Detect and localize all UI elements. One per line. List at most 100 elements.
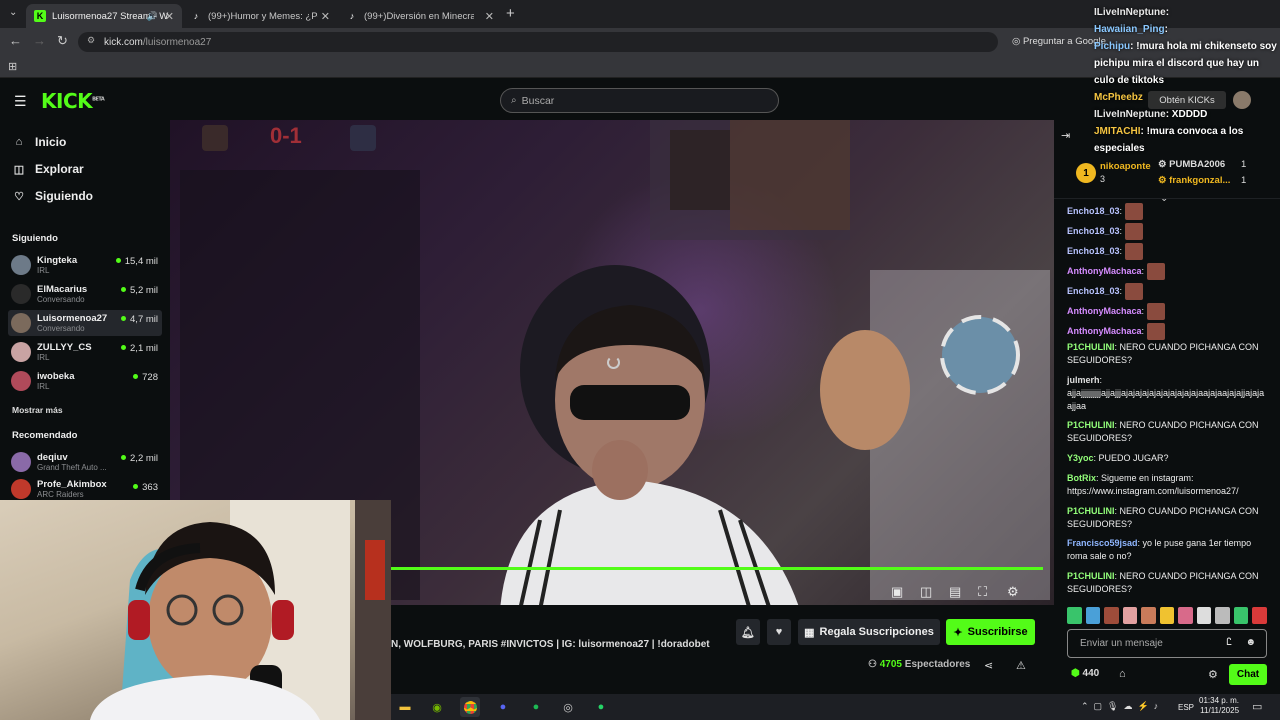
emote-icon[interactable] [1122,607,1138,624]
chat-username[interactable]: P1CHULINI [1067,420,1115,430]
site-info-icon[interactable]: ⚙ [87,35,95,46]
emote-icon[interactable] [1215,607,1230,624]
top-gifter-name[interactable]: nikoaponte [1100,161,1151,172]
discord-icon[interactable]: ● [493,697,513,717]
emote-icon[interactable] [1067,607,1082,624]
emote-icon[interactable] [1233,607,1249,624]
whatsapp-icon[interactable]: ● [591,697,611,717]
emote-icon[interactable] [1085,607,1101,624]
sidebar-channel[interactable]: ElMacarius Conversando 5,2 mil [8,281,162,307]
chat-username[interactable]: julmerh [1067,375,1100,385]
fullscreen-icon[interactable]: ⛶ [978,584,987,600]
chat-emote-icon[interactable] [1125,203,1144,220]
close-tab-icon[interactable]: ✕ [321,10,330,23]
emote-icon[interactable] [1141,607,1156,624]
sidebar-channel[interactable]: Profe_Akimbox ARC Raiders 363 [8,478,162,500]
chat-settings-icon[interactable]: ⚙ [1208,668,1218,681]
obs-icon[interactable]: ◎ [558,697,578,717]
chat-username[interactable]: Encho18_03 [1067,246,1120,256]
menu-icon[interactable]: ☰ [14,93,27,110]
settings-icon[interactable]: ⚙ [1007,584,1019,600]
tab-humor[interactable]: ♪ (99+)Humor y Memes: ¿Pero S ✕ [182,4,338,28]
forward-icon[interactable]: → [33,33,46,48]
nvidia-icon[interactable]: ◉ [427,697,447,717]
gifter-row[interactable]: ⚙ PUMBA2006 [1158,159,1225,170]
chat-username[interactable]: Y3yoc [1067,453,1094,463]
file-explorer-icon[interactable]: ▬ [395,697,415,717]
chat-username[interactable]: Encho18_03 [1067,226,1120,236]
user-avatar[interactable] [1233,91,1251,109]
chat-emote-icon[interactable] [1147,263,1166,280]
tab-title: (99+)Humor y Memes: ¿Pero S [208,10,318,22]
chat-username[interactable]: P1CHULINI [1067,506,1115,516]
tab-minecraft[interactable]: ♪ (99+)Diversión en Minecraft co ✕ [338,4,502,28]
pip-icon[interactable]: ▣ [891,584,903,600]
chat-emote-icon[interactable] [1147,303,1166,320]
gift-subs-button[interactable]: ▦ Regala Suscripciones [798,619,940,645]
chat-emote-icon[interactable] [1125,223,1144,240]
subscribe-button[interactable]: ✦ Suscribirse [946,619,1035,645]
emote-icon[interactable] [1159,607,1175,624]
mini-player-icon[interactable]: ▤ [949,584,961,600]
collapse-chat-icon[interactable]: ⇥ [1061,129,1070,142]
chrome-icon[interactable] [460,697,480,717]
sidebar-channel[interactable]: ZULLYY_CS IRL 2,1 mil [8,339,162,365]
chat-emote-icon[interactable] [1125,283,1144,300]
speaker-icon[interactable]: 🔊 [147,11,158,22]
send-chat-button[interactable]: Chat [1229,664,1267,685]
chat-username[interactable]: Encho18_03 [1067,286,1120,296]
kick-logo[interactable]: KICKBETA [41,89,105,113]
language-indicator[interactable]: ESP [1178,703,1194,712]
emote-icon[interactable] [1196,607,1212,624]
chat-username[interactable]: BotRix [1067,473,1096,483]
sidebar-channel[interactable]: Kingteka IRL 15,4 mil [8,252,162,278]
close-tab-icon[interactable]: ✕ [485,10,494,23]
chat-username[interactable]: AnthonyMachaca [1067,326,1142,336]
chat-username[interactable]: P1CHULINI [1067,342,1115,352]
share-icon[interactable]: ⋖ [984,659,993,672]
chat-username[interactable]: AnthonyMachaca [1067,306,1142,316]
nav-siguiendo[interactable]: ♡ Siguiendo [12,189,93,203]
nav-explorar[interactable]: ◫ Explorar [12,162,84,176]
theater-mode-icon[interactable]: ◫ [920,584,932,600]
report-icon[interactable]: ⚠ [1016,659,1026,672]
chat-emote-icon[interactable] [1147,323,1166,340]
sidebar-channel[interactable]: iwobeka IRL 728 [8,368,162,394]
new-tab-icon[interactable]: + [506,5,515,22]
chat-username[interactable]: AnthonyMachaca [1067,266,1142,276]
back-icon[interactable]: ← [9,33,22,48]
emote-icon[interactable] [1178,607,1193,624]
taskbar-clock[interactable]: 01:34 p. m. 11/11/2025 [1199,696,1239,716]
chat-emote-icon[interactable] [1125,243,1144,260]
tab-search-icon[interactable]: ⌄ [9,7,17,18]
channel-points[interactable]: ⬢ 440 [1071,668,1099,679]
video-progress-bar[interactable] [391,567,1043,570]
nav-inicio[interactable]: ⌂ Inicio [12,135,67,149]
system-tray-icons[interactable]: ⌃▢🎙︎☁⚡♪ [1081,701,1163,712]
show-more-link[interactable]: Mostrar más [12,405,63,415]
notification-bell-button[interactable]: 🔔︎ [736,619,760,645]
search-input[interactable]: ⌕ Buscar [500,88,779,113]
follow-heart-button[interactable]: ♥ [767,619,791,645]
get-kicks-button[interactable]: Obtén KICKs [1148,91,1226,109]
gifter-row[interactable]: ⚙ frankgonzal... [1158,175,1230,186]
ask-google-button[interactable]: ◎ Preguntar a Google [1012,36,1106,47]
chat-username[interactable]: P1CHULINI [1067,571,1115,581]
sidebar-channel[interactable]: deqiuv Grand Theft Auto ... 2,2 mil [8,449,162,475]
chat-username[interactable]: Encho18_03 [1067,206,1120,216]
chat-message-input[interactable]: Enviar un mensaje Ꮭ ☻ [1067,629,1267,658]
store-icon[interactable]: ⌂ [1119,668,1126,680]
emote-icon[interactable] [1104,607,1119,624]
translate-icon[interactable]: Ꮭ [1226,637,1232,648]
close-tab-icon[interactable]: ✕ [165,10,174,23]
emoji-icon[interactable]: ☻ [1245,637,1256,648]
url-field[interactable]: ⚙ kick.com/luisormenoa27 [78,32,998,52]
notifications-icon[interactable]: ▭ [1252,700,1262,713]
emote-icon[interactable] [1252,607,1268,624]
sidebar-channel-selected[interactable]: Luisormenoa27 Conversando 4,7 mil [8,310,162,336]
tab-kick[interactable]: K Luisormenoa27 Stream - W 🔊 ✕ [26,4,182,28]
chat-username[interactable]: Francisco59jsad [1067,538,1138,548]
reload-icon[interactable]: ↻ [57,33,68,49]
apps-grid-icon[interactable]: ⊞ [8,60,17,73]
spotify-icon[interactable]: ● [526,697,546,717]
